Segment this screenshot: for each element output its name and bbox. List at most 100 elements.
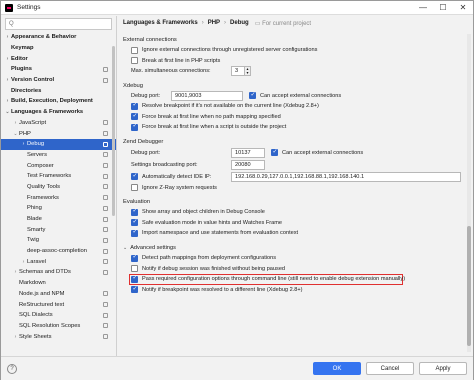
chevron-right-icon[interactable]: › [4,98,11,104]
zend-port-input[interactable]: 10137 [231,147,265,158]
safe-eval-checkbox[interactable] [131,218,138,227]
sidebar-item-quality-tools[interactable]: Quality Tools [1,182,116,193]
sidebar-item-servers[interactable]: Servers [1,150,116,161]
safe-eval-label: Safe evaluation mode in value hints and … [142,219,283,226]
help-icon[interactable]: ? [7,363,17,374]
chevron-right-icon[interactable]: › [4,56,11,62]
sidebar-item-style-sheets[interactable]: › Style Sheets [1,331,116,342]
content-scrollbar-thumb[interactable] [467,226,471,346]
settings-tree: › Appearance & Behavior Keymap › Editor Plugi… [1,32,116,342]
sidebar-item-build-execution-deployment[interactable]: › Build, Execution, Deployment [1,96,116,107]
sidebar-item-schemas-and-dtds[interactable]: › Schemas and DTDs [1,267,116,278]
chevron-right-icon[interactable]: › [20,259,27,265]
advanced-settings-toggle[interactable]: ⌄ Advanced settings [123,243,462,254]
force-break-outside-checkbox[interactable] [131,122,138,131]
max-connections-input[interactable]: 3 [231,66,245,77]
zend-accept-checkbox[interactable] [271,148,278,156]
sidebar-item-label: Blade [27,216,42,223]
sidebar-item-label: Languages & Frameworks [11,109,84,116]
sidebar-item-label: SQL Dialects [19,312,53,319]
ignore-zray-checkbox[interactable] [131,184,138,192]
sidebar-item-php[interactable]: ⌄ PHP [1,128,116,139]
close-button[interactable]: ✕ [453,1,473,14]
project-scope-icon [103,152,108,158]
sidebar-item-directories[interactable]: Directories [1,85,116,96]
notify-session-label: Notify if debug session was finished wit… [142,265,286,272]
breadcrumb-languages: Languages & Frameworks [123,20,198,26]
sidebar-item-twig[interactable]: Twig [1,235,116,246]
ignore-external-checkbox[interactable] [131,46,138,54]
project-scope-icon [103,120,108,126]
sidebar-scrollbar[interactable] [112,46,115,216]
auto-detect-ip-checkbox[interactable] [131,172,138,180]
notify-breakpoint-checkbox[interactable] [131,285,138,294]
sidebar-item-test-frameworks[interactable]: Test Frameworks [1,171,116,182]
sidebar-item-label: Directories [11,87,42,94]
project-scope-icon [103,227,108,233]
import-namespace-checkbox[interactable] [131,228,138,237]
sidebar-item-sql-dialects[interactable]: SQL Dialects [1,310,116,321]
sidebar-item-sql-resolution-scopes[interactable]: SQL Resolution Scopes [1,321,116,332]
sidebar-item-version-control[interactable]: › Version Control [1,75,116,86]
sidebar-item-phing[interactable]: Phing [1,203,116,214]
sidebar-item-debug[interactable]: › Debug [1,138,116,150]
sidebar-item-deep-assoc-completion[interactable]: deep-assoc-completion [1,246,116,257]
project-scope-icon [103,237,108,243]
sidebar-item-label: Appearance & Behavior [11,34,77,41]
xdebug-port-input[interactable]: 9001,9003 [171,90,243,101]
break-first-line-checkbox[interactable] [131,57,138,65]
sidebar-item-composer[interactable]: Composer [1,160,116,171]
project-scope-icon [103,195,108,201]
sidebar-item-label: Keymap [11,45,34,52]
section-evaluation: Evaluation [123,199,151,205]
chevron-down-icon[interactable]: ⌄ [4,109,11,115]
sidebar-item-markdown[interactable]: Markdown [1,278,116,289]
sidebar-item-plugins[interactable]: Plugins [1,64,116,75]
max-connections-spinner[interactable]: ▴ ▾ [245,66,251,77]
sidebar-item-label: Debug [27,141,45,148]
broadcast-port-input[interactable]: 20080 [231,159,265,170]
sidebar-item-laravel[interactable]: › Laravel [1,256,116,267]
sidebar-item-smarty[interactable]: Smarty [1,224,116,235]
notify-session-checkbox[interactable] [131,265,138,273]
chevron-right-icon[interactable]: › [20,141,27,147]
force-break-outside-label: Force break at first line when a script … [142,124,287,131]
maximize-button[interactable]: ☐ [433,1,453,14]
sidebar-item-appearance-behavior[interactable]: › Appearance & Behavior [1,32,116,43]
sidebar-item-editor[interactable]: › Editor [1,53,116,64]
project-scope-label: For current project [262,20,312,27]
sidebar-item-keymap[interactable]: Keymap [1,43,116,54]
force-break-no-path-checkbox[interactable] [131,112,138,121]
sidebar-item-node-js-and-npm[interactable]: Node.js and NPM [1,289,116,300]
auto-detect-ip-input[interactable]: 192.168.0.29,127.0.0.1,192.168.88.1,192.… [231,171,461,182]
notify-breakpoint-label: Notify if breakpoint was resolved to a d… [142,286,303,293]
cancel-button[interactable]: Cancel [366,362,414,375]
chevron-right-icon[interactable]: › [4,77,11,83]
sidebar-item-restructured-text[interactable]: ReStructured text [1,299,116,310]
sidebar-item-label: JavaScript [19,119,47,126]
settings-search-input[interactable]: Q [5,18,112,30]
ok-button[interactable]: OK [313,362,361,375]
chevron-right-icon[interactable]: › [12,269,19,275]
breadcrumb-debug: Debug [230,20,249,26]
detect-path-checkbox[interactable] [131,253,138,262]
chevron-down-icon[interactable]: ⌄ [12,131,19,137]
resolve-breakpoint-checkbox[interactable] [131,101,138,110]
sidebar-item-javascript[interactable]: › JavaScript [1,118,116,129]
sidebar-item-languages-frameworks[interactable]: ⌄ Languages & Frameworks [1,107,116,118]
chevron-right-icon[interactable]: › [4,34,11,40]
pass-required-checkbox[interactable] [131,274,138,283]
title-bar: Settings — ☐ ✕ [1,1,473,15]
xdebug-accept-checkbox[interactable] [249,91,256,100]
chevron-right-icon[interactable]: › [12,120,19,126]
chevron-right-icon[interactable]: › [12,334,19,340]
apply-button[interactable]: Apply [419,362,467,375]
sidebar-item-frameworks[interactable]: Frameworks [1,192,116,203]
sidebar-item-blade[interactable]: Blade [1,214,116,225]
zend-port-label: Debug port: [131,149,161,156]
sidebar-item-label: Build, Execution, Deployment [11,98,93,105]
auto-detect-ip-label: Automatically detect IDE IP: [142,173,212,180]
sidebar-item-label: PHP [19,130,31,137]
minimize-button[interactable]: — [413,1,433,14]
show-array-checkbox[interactable] [131,207,138,216]
